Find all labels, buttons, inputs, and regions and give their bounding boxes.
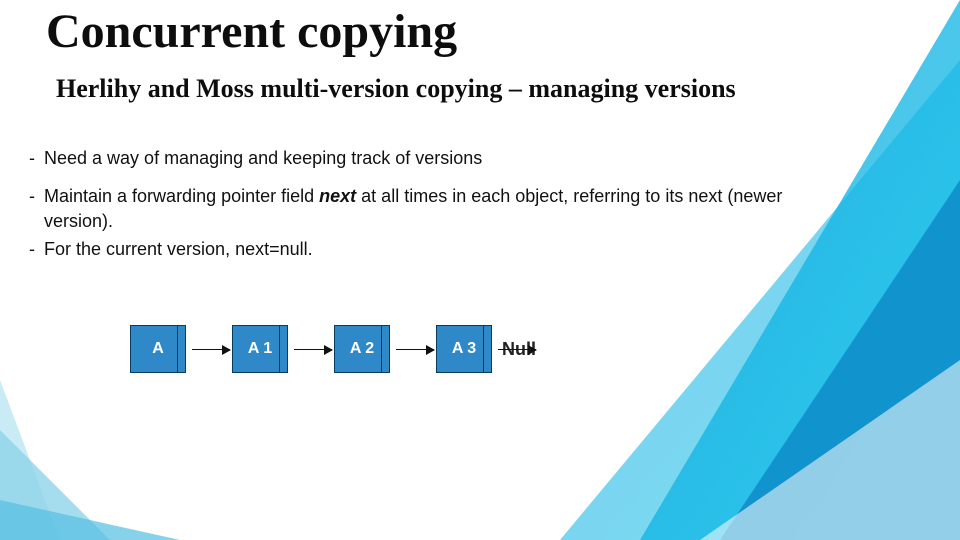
slide-title: Concurrent copying: [46, 4, 457, 59]
slide-subtitle: Herlihy and Moss multi-version copying –…: [56, 74, 796, 104]
bullet-dash: -: [20, 237, 44, 261]
version-node: A 2: [334, 325, 390, 373]
bullet-dash: -: [20, 184, 44, 208]
bullet-dash: -: [20, 146, 44, 170]
next-pointer-arrow: [192, 349, 230, 350]
version-node: A 3: [436, 325, 492, 373]
bullet-item: - Need a way of managing and keeping tra…: [20, 146, 820, 170]
node-label: A 2: [350, 340, 374, 358]
bullet-list: - Need a way of managing and keeping tra…: [20, 146, 820, 275]
node-label: A 3: [452, 340, 476, 358]
version-node: A 1: [232, 325, 288, 373]
slide: Concurrent copying Herlihy and Moss mult…: [0, 0, 960, 540]
bullet-text: For the current version, next=null.: [44, 237, 820, 261]
next-pointer-arrow: [294, 349, 332, 350]
bullet-text: Maintain a forwarding pointer field next…: [44, 184, 820, 233]
next-pointer-arrow: [498, 349, 536, 350]
next-pointer-arrow: [396, 349, 434, 350]
bullet-item: - Maintain a forwarding pointer field ne…: [20, 184, 820, 233]
bullet-text: Need a way of managing and keeping track…: [44, 146, 820, 170]
node-label: A: [152, 340, 164, 358]
bullet-item: - For the current version, next=null.: [20, 237, 820, 261]
version-node: A: [130, 325, 186, 373]
version-chain-diagram: A A 1 A 2 A 3 Null: [130, 325, 536, 373]
node-label: A 1: [248, 340, 272, 358]
